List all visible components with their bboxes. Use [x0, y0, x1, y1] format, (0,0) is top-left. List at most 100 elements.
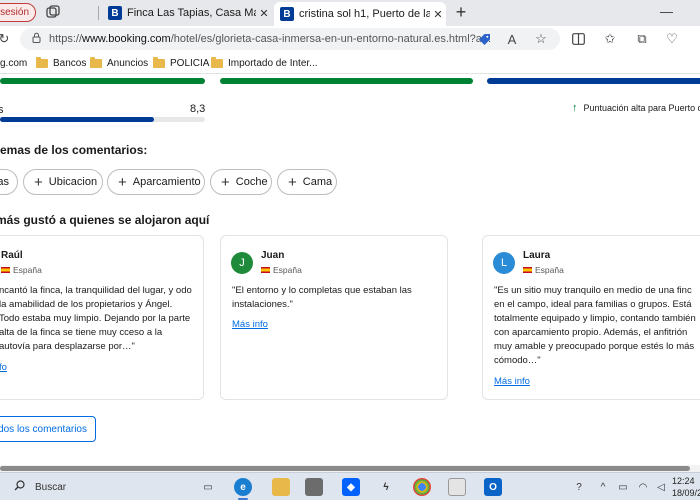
review-card: L Laura España "Es un sitio muy tranquil… [482, 235, 700, 400]
taskbar-clock[interactable]: 12:24 18/09/20 [672, 475, 700, 499]
url-host: www.booking.com [82, 33, 171, 45]
country-label: España [273, 265, 302, 275]
calculator-icon[interactable] [448, 478, 466, 496]
tab-finca-las-tapias[interactable]: B Finca Las Tapias, Casa Mañé - Me ✕ [102, 2, 272, 24]
chrome-icon[interactable] [413, 478, 431, 496]
coupon-tag-icon[interactable] [476, 31, 492, 47]
bookmark-folder-importado[interactable]: Importado de Inter... [211, 57, 318, 69]
network-icon[interactable]: ▭ [614, 478, 632, 496]
folder-icon [90, 57, 102, 68]
split-screen-icon[interactable] [570, 31, 586, 47]
reviewer-country: España [261, 265, 302, 275]
close-icon[interactable]: ✕ [430, 8, 446, 21]
topic-chip-aparcamiento[interactable]: + Aparcamiento [107, 169, 205, 195]
topic-chip-ubicacion[interactable]: + Ubicacion [23, 169, 103, 195]
chip-label: Coche [235, 176, 268, 188]
clock-date: 18/09/20 [672, 488, 700, 498]
chevron-up-icon[interactable]: ^ [594, 478, 612, 496]
browser-toolbar: ↻ https:// www.booking.com /hotel/es/glo… [0, 26, 700, 54]
score-bar-blue [487, 78, 700, 84]
folder-icon [153, 57, 165, 68]
more-info-link[interactable]: Más info [232, 319, 268, 330]
score-category-label: s [0, 104, 4, 116]
review-card: J Juan España "El entorno y lo completas… [220, 235, 448, 400]
search-label: Buscar [35, 481, 67, 493]
reviewer-country: España [523, 265, 564, 275]
favorites-icon[interactable]: ✩ [602, 31, 618, 47]
scrollbar-thumb[interactable] [0, 466, 690, 471]
review-text: "El entorno y lo completas que estaban l… [232, 285, 412, 311]
app-icon[interactable]: ϟ [377, 478, 395, 496]
bookmarks-bar: g.com Bancos Anuncios POLICIA Importado … [0, 54, 700, 74]
favorite-star-icon[interactable]: ☆ [533, 31, 549, 47]
profile-label: sesión [0, 7, 29, 18]
score-bar-fill [0, 117, 154, 122]
bookmark-item[interactable]: g.com [0, 58, 27, 69]
task-view-icon[interactable]: ▭ [199, 478, 217, 496]
browser-essentials-icon[interactable]: ♡ [664, 31, 680, 47]
score-bar-green [0, 78, 205, 84]
store-icon[interactable] [305, 478, 323, 496]
read-aloud-icon[interactable]: A [504, 31, 520, 47]
bookmark-folder-bancos[interactable]: Bancos [36, 57, 87, 69]
bookmark-label: g.com [0, 58, 28, 69]
page-content: s 8,3 ↑ Puntuación alta para Puerto de t… [0, 75, 700, 465]
horizontal-scrollbar[interactable] [0, 465, 700, 472]
bookmark-folder-policia[interactable]: POLICIA [153, 57, 209, 69]
review-text: ncantó la finca, la tranquilidad del lug… [0, 285, 192, 353]
score-bar-green [220, 78, 473, 84]
wifi-icon[interactable]: ◠ [634, 478, 652, 496]
read-all-reviews-button[interactable]: dos los comentarios [0, 416, 96, 442]
new-tab-button[interactable]: + [452, 2, 470, 23]
minimize-icon[interactable]: — [660, 4, 673, 19]
booking-favicon-icon: B [280, 7, 294, 21]
tab-strip: sesión B Finca Las Tapias, Casa Mañé - M… [0, 0, 700, 26]
folder-icon [36, 57, 48, 68]
profile-button[interactable]: sesión [0, 3, 36, 22]
bookmark-label: Anuncios [107, 58, 149, 69]
plus-icon: + [288, 173, 297, 191]
reviewer-country: España [1, 265, 42, 275]
folder-icon [211, 57, 223, 68]
bookmark-label: Bancos [53, 58, 87, 69]
avatar: L [493, 252, 515, 274]
high-score-text: Puntuación alta para Puerto de [583, 103, 700, 113]
arrow-up-icon: ↑ [572, 102, 578, 114]
plus-icon: + [221, 173, 230, 191]
country-label: España [13, 265, 42, 275]
volume-icon[interactable]: ◁ [652, 478, 670, 496]
url-path: /hotel/es/glorieta-casa-inmersa-en-un-en… [170, 33, 492, 45]
taskbar: Buscar ▭ e ◆ ϟ O ? ^ ▭ ◠ ◁ 12:24 18/09/2… [0, 472, 700, 500]
outlook-icon[interactable]: O [484, 478, 502, 496]
review-text: "Es un sitio muy tranquilo en medio de u… [494, 285, 696, 367]
chip-label: Aparcamiento [132, 176, 201, 188]
more-info-link[interactable]: fo [0, 362, 7, 373]
country-label: España [535, 265, 564, 275]
bookmark-folder-anuncios[interactable]: Anuncios [90, 57, 149, 69]
booking-favicon-icon: B [108, 6, 122, 20]
topic-chip-cama[interactable]: + Cama [277, 169, 337, 195]
score-bar [0, 117, 205, 122]
collections-icon[interactable]: ⧉ [634, 31, 650, 47]
taskbar-search[interactable]: Buscar [0, 476, 190, 498]
chip-label: as [0, 176, 9, 188]
more-info-link[interactable]: Más info [494, 376, 530, 387]
spain-flag-icon [523, 267, 532, 273]
refresh-icon[interactable]: ↻ [0, 31, 12, 47]
topic-chip[interactable]: as [0, 169, 18, 195]
reviewer-name: Raúl [1, 250, 23, 261]
tab-title: Finca Las Tapias, Casa Mañé - Me [127, 7, 256, 19]
close-icon[interactable]: ✕ [256, 7, 272, 20]
topics-heading: temas de los comentarios: [0, 143, 148, 157]
lock-icon [32, 32, 41, 46]
dropbox-icon[interactable]: ◆ [342, 478, 360, 496]
spain-flag-icon [261, 267, 270, 273]
edge-icon[interactable]: e [234, 478, 252, 496]
chip-label: Ubicacion [48, 176, 98, 188]
tab-cristina-sol[interactable]: B cristina sol h1, Puerto de la Cruz ✕ [274, 2, 446, 26]
help-icon[interactable]: ? [570, 478, 588, 496]
file-explorer-icon[interactable] [272, 478, 290, 496]
clock-time: 12:24 [672, 476, 695, 486]
workspaces-icon[interactable] [46, 5, 60, 19]
topic-chip-coche[interactable]: + Coche [210, 169, 272, 195]
